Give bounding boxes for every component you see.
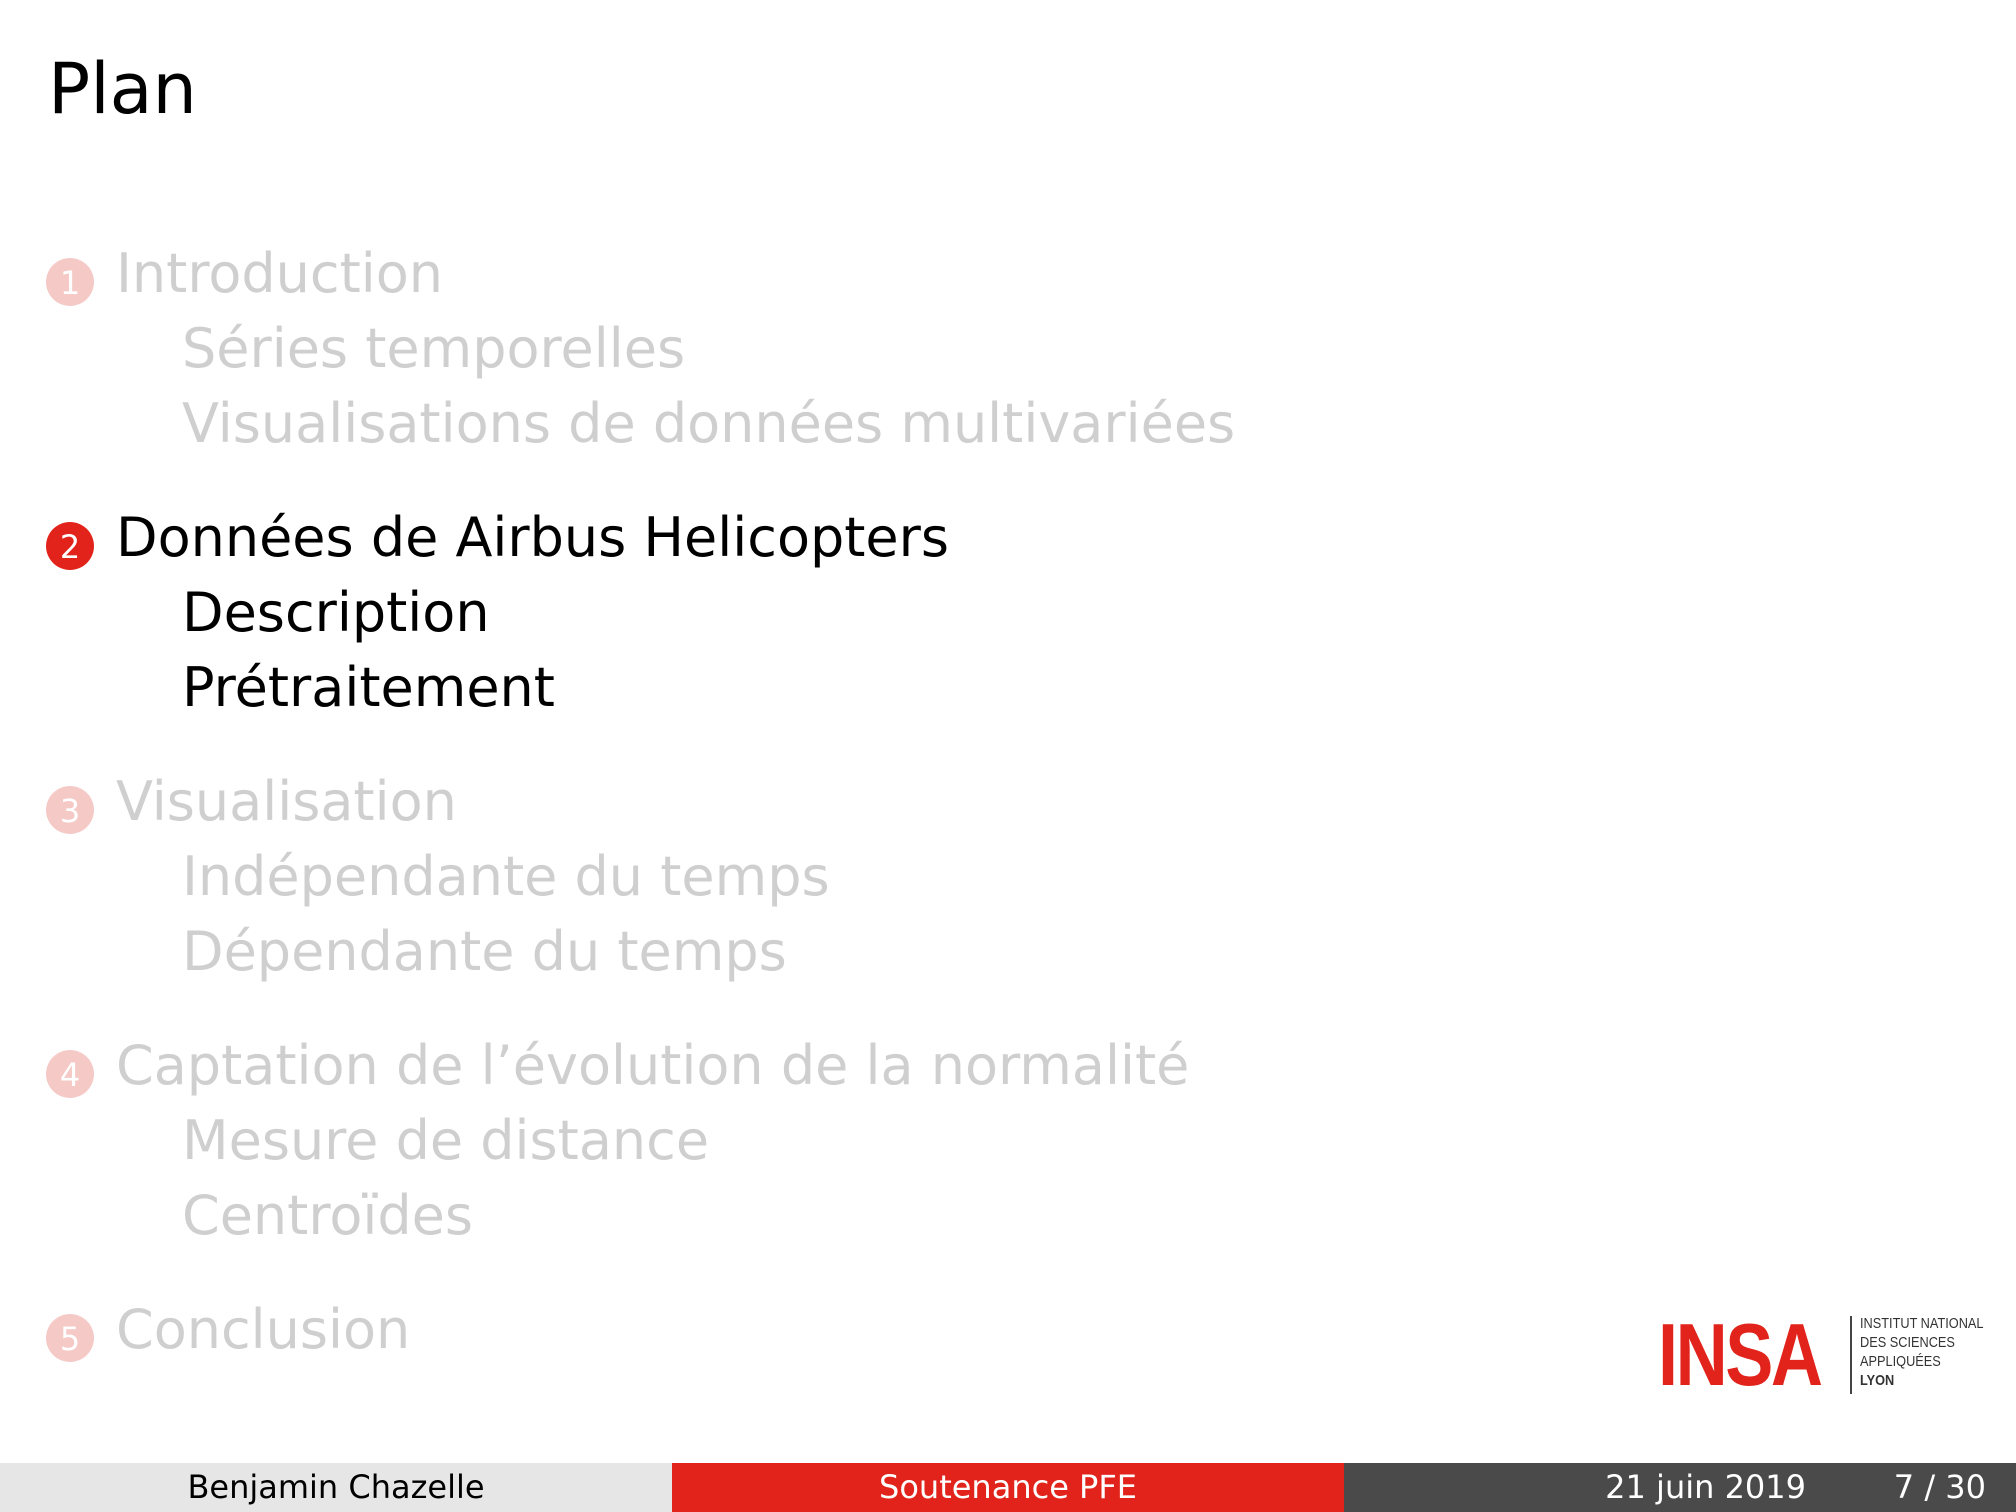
- toc-section-captation[interactable]: 4 Captation de l’évolution de la normali…: [46, 1028, 1189, 1253]
- section-number-badge: 3: [46, 786, 94, 834]
- logo-text-line: INSTITUT NATIONAL: [1860, 1315, 1984, 1332]
- toc-subsection-pretraitement[interactable]: Prétraitement: [46, 650, 555, 725]
- footer-info: 21 juin 2019 7 / 30: [1344, 1463, 2016, 1512]
- toc-subsection-dependante[interactable]: Dépendante du temps: [46, 914, 830, 989]
- toc-subsection-centroides[interactable]: Centroïdes: [46, 1178, 709, 1253]
- insa-lyon-logo: INSA INSTITUT NATIONAL DES SCIENCES APPL…: [1658, 1310, 1988, 1400]
- footer-author[interactable]: Benjamin Chazelle: [0, 1463, 672, 1512]
- logo-wordmark: INSA: [1658, 1305, 1823, 1404]
- toc-section-donnees-airbus[interactable]: 2 Données de Airbus Helicopters Descript…: [46, 500, 949, 725]
- logo-divider: [1850, 1316, 1852, 1394]
- footer-page-number: 7 / 30: [1893, 1468, 1986, 1506]
- toc-section-label: Captation de l’évolution de la normalité: [116, 1034, 1190, 1097]
- toc-subsection-visualisations[interactable]: Visualisations de données multivariées: [46, 386, 1235, 461]
- section-number-badge: 2: [46, 522, 94, 570]
- logo-text-line: APPLIQUÉES: [1860, 1353, 1941, 1370]
- logo-text-line: DES SCIENCES: [1860, 1334, 1955, 1351]
- section-number-badge: 4: [46, 1050, 94, 1098]
- toc-section-introduction[interactable]: 1 Introduction Séries temporelles Visual…: [46, 236, 1235, 461]
- footer-event-title[interactable]: Soutenance PFE: [672, 1463, 1344, 1512]
- toc-section-label: Introduction: [116, 242, 444, 305]
- toc-section-visualisation[interactable]: 3 Visualisation Indépendante du temps Dé…: [46, 764, 830, 989]
- toc-section-label: Données de Airbus Helicopters: [116, 506, 949, 569]
- toc-subsection-series-temporelles[interactable]: Séries temporelles: [46, 311, 1235, 386]
- section-number-badge: 1: [46, 258, 94, 306]
- logo-text-line: LYON: [1860, 1372, 1895, 1389]
- toc-section-heading: 3 Visualisation: [46, 764, 830, 839]
- footer-date: 21 juin 2019: [1605, 1468, 1806, 1506]
- toc-section-label: Visualisation: [116, 770, 457, 833]
- footer-bar: Benjamin Chazelle Soutenance PFE 21 juin…: [0, 1463, 2016, 1512]
- toc-section-heading: 1 Introduction: [46, 236, 1235, 311]
- toc-subsection-independante[interactable]: Indépendante du temps: [46, 839, 830, 914]
- toc-section-heading: 2 Données de Airbus Helicopters: [46, 500, 949, 575]
- toc-section-heading: 4 Captation de l’évolution de la normali…: [46, 1028, 1189, 1103]
- toc-subsection-description[interactable]: Description: [46, 575, 555, 650]
- toc-section-label: Conclusion: [116, 1298, 411, 1361]
- section-number-badge: 5: [46, 1314, 94, 1362]
- toc-subsection-mesure-distance[interactable]: Mesure de distance: [46, 1103, 709, 1178]
- table-of-contents: 1 Introduction Séries temporelles Visual…: [0, 0, 2016, 1512]
